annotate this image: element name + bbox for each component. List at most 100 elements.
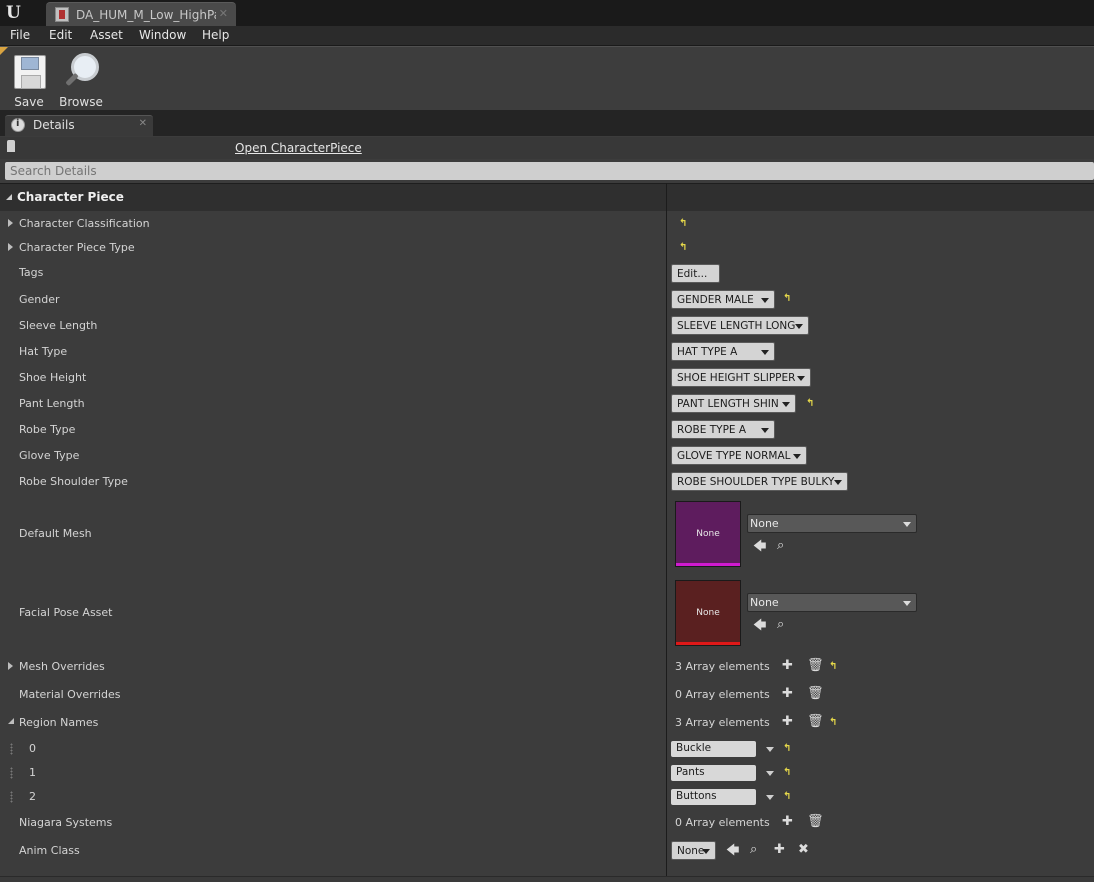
asset-type-color-bar xyxy=(676,642,740,645)
robe-shoulder-type-dropdown[interactable]: ROBE SHOULDER TYPE BULKY xyxy=(671,472,848,491)
details-tab-label: Details xyxy=(33,118,75,132)
gender-dropdown[interactable]: GENDER MALE xyxy=(671,290,775,309)
robe-type-dropdown[interactable]: ROBE TYPE A xyxy=(671,420,775,439)
drag-handle-icon[interactable] xyxy=(10,791,13,803)
chevron-down-icon[interactable] xyxy=(766,747,774,752)
default-mesh-thumbnail[interactable]: None xyxy=(675,501,741,567)
details-tab-strip: Details ✕ xyxy=(0,110,1094,136)
default-mesh-label: Default Mesh xyxy=(19,527,92,540)
arrow-left-icon[interactable]: 🡄 xyxy=(753,540,766,553)
menu-window[interactable]: Window xyxy=(139,28,186,42)
category-header[interactable]: Character Piece xyxy=(0,183,1094,211)
chevron-down-icon[interactable] xyxy=(766,795,774,800)
reset-to-default-icon[interactable]: ↰ xyxy=(783,767,791,778)
category-title: Character Piece xyxy=(17,190,124,204)
menu-help[interactable]: Help xyxy=(202,28,229,42)
reset-to-default-icon[interactable]: ↰ xyxy=(806,398,814,409)
arrow-left-icon[interactable]: 🡄 xyxy=(726,844,739,857)
plus-icon[interactable]: ✚ xyxy=(774,843,785,856)
expand-arrow-icon[interactable] xyxy=(8,243,13,251)
chevron-down-icon xyxy=(903,522,911,527)
save-button[interactable]: Save xyxy=(4,51,54,109)
chevron-down-icon xyxy=(797,376,805,381)
magnifier-icon[interactable]: ⌕ xyxy=(750,843,757,856)
drag-handle-icon[interactable] xyxy=(10,743,13,755)
unreal-logo-icon[interactable]: U xyxy=(6,3,24,23)
collapse-arrow-icon[interactable] xyxy=(8,718,14,724)
chevron-down-icon xyxy=(795,324,803,329)
character-classification-label: Character Classification xyxy=(19,217,150,230)
open-character-piece-link[interactable]: Open CharacterPiece xyxy=(235,141,362,155)
anim-class-label: Anim Class xyxy=(19,844,80,857)
magnifier-icon[interactable]: ⌕ xyxy=(777,539,784,552)
tab-details[interactable]: Details ✕ xyxy=(5,115,153,136)
menu-file[interactable]: File xyxy=(10,28,30,42)
region-index-0: 0 xyxy=(29,742,36,755)
reset-to-default-icon[interactable]: ↰ xyxy=(783,743,791,754)
robe-shoulder-type-label: Robe Shoulder Type xyxy=(19,475,128,488)
plus-icon[interactable]: ✚ xyxy=(782,815,793,828)
search-input[interactable] xyxy=(5,162,1094,180)
thumbnail-label: None xyxy=(696,529,720,539)
reset-to-default-icon[interactable]: ↰ xyxy=(829,717,837,728)
plus-icon[interactable]: ✚ xyxy=(782,687,793,700)
browse-label: Browse xyxy=(59,95,103,109)
region-names-label: Region Names xyxy=(19,716,99,729)
panel-bottom-border xyxy=(0,876,1094,882)
reset-to-default-icon[interactable]: ↰ xyxy=(783,293,791,304)
menu-asset[interactable]: Asset xyxy=(90,28,123,42)
shoe-height-label: Shoe Height xyxy=(19,371,87,384)
chevron-down-icon xyxy=(782,402,790,407)
trash-icon[interactable]: 🗑 xyxy=(807,659,824,672)
shoe-height-dropdown[interactable]: SHOE HEIGHT SLIPPER xyxy=(671,368,811,387)
reset-to-default-icon[interactable]: ↰ xyxy=(783,791,791,802)
reset-to-default-icon[interactable]: ↰ xyxy=(679,242,687,253)
chevron-down-icon xyxy=(761,428,769,433)
anim-class-dropdown[interactable]: None xyxy=(671,841,716,860)
drag-handle-icon[interactable] xyxy=(10,767,13,779)
region-name-field[interactable]: Pants xyxy=(671,765,756,781)
glove-type-dropdown[interactable]: GLOVE TYPE NORMAL xyxy=(671,446,807,465)
facial-pose-asset-value: None xyxy=(750,596,779,609)
chevron-down-icon xyxy=(702,849,710,854)
plus-icon[interactable]: ✚ xyxy=(782,715,793,728)
trash-icon[interactable]: 🗑 xyxy=(807,687,824,700)
tags-edit-button[interactable]: Edit... xyxy=(671,264,720,283)
column-divider[interactable] xyxy=(666,183,667,877)
default-mesh-asset-picker[interactable]: None xyxy=(747,514,917,533)
reset-to-default-icon[interactable]: ↰ xyxy=(829,661,837,672)
region-index-2: 2 xyxy=(29,790,36,803)
plus-icon[interactable]: ✚ xyxy=(782,659,793,672)
default-mesh-value: None xyxy=(750,517,779,530)
trash-icon[interactable]: 🗑 xyxy=(807,715,824,728)
magnifier-icon[interactable]: ⌕ xyxy=(777,618,784,631)
document-tab[interactable]: DA_HUM_M_Low_HighPar ✕ xyxy=(46,2,236,26)
facial-pose-asset-picker[interactable]: None xyxy=(747,593,917,612)
x-icon[interactable]: ✖ xyxy=(798,843,809,856)
material-overrides-label: Material Overrides xyxy=(19,688,121,701)
expand-arrow-icon[interactable] xyxy=(8,219,13,227)
chevron-down-icon[interactable] xyxy=(766,771,774,776)
character-piece-type-label: Character Piece Type xyxy=(19,241,135,254)
arrow-left-icon[interactable]: 🡄 xyxy=(753,619,766,632)
expand-arrow-icon[interactable] xyxy=(8,662,13,670)
lock-icon[interactable] xyxy=(7,140,15,152)
glove-type-label: Glove Type xyxy=(19,449,80,462)
sleeve-length-dropdown[interactable]: SLEEVE LENGTH LONG xyxy=(671,316,809,335)
region-name-field[interactable]: Buckle xyxy=(671,741,756,757)
region-name-field[interactable]: Buttons xyxy=(671,789,756,805)
niagara-systems-label: Niagara Systems xyxy=(19,816,113,829)
region-index-1: 1 xyxy=(29,766,36,779)
facial-pose-asset-thumbnail[interactable]: None xyxy=(675,580,741,646)
close-tab-icon[interactable]: ✕ xyxy=(139,118,147,129)
close-tab-icon[interactable]: ✕ xyxy=(219,7,228,20)
object-bar: Open CharacterPiece xyxy=(0,137,1094,159)
trash-icon[interactable]: 🗑 xyxy=(807,815,824,828)
hat-type-dropdown[interactable]: HAT TYPE A xyxy=(671,342,775,361)
info-icon xyxy=(11,118,25,132)
reset-to-default-icon[interactable]: ↰ xyxy=(679,218,687,229)
pant-length-dropdown[interactable]: PANT LENGTH SHIN xyxy=(671,394,796,413)
browse-button[interactable]: Browse xyxy=(56,51,106,109)
collapse-arrow-icon[interactable] xyxy=(6,194,12,200)
menu-edit[interactable]: Edit xyxy=(49,28,72,42)
